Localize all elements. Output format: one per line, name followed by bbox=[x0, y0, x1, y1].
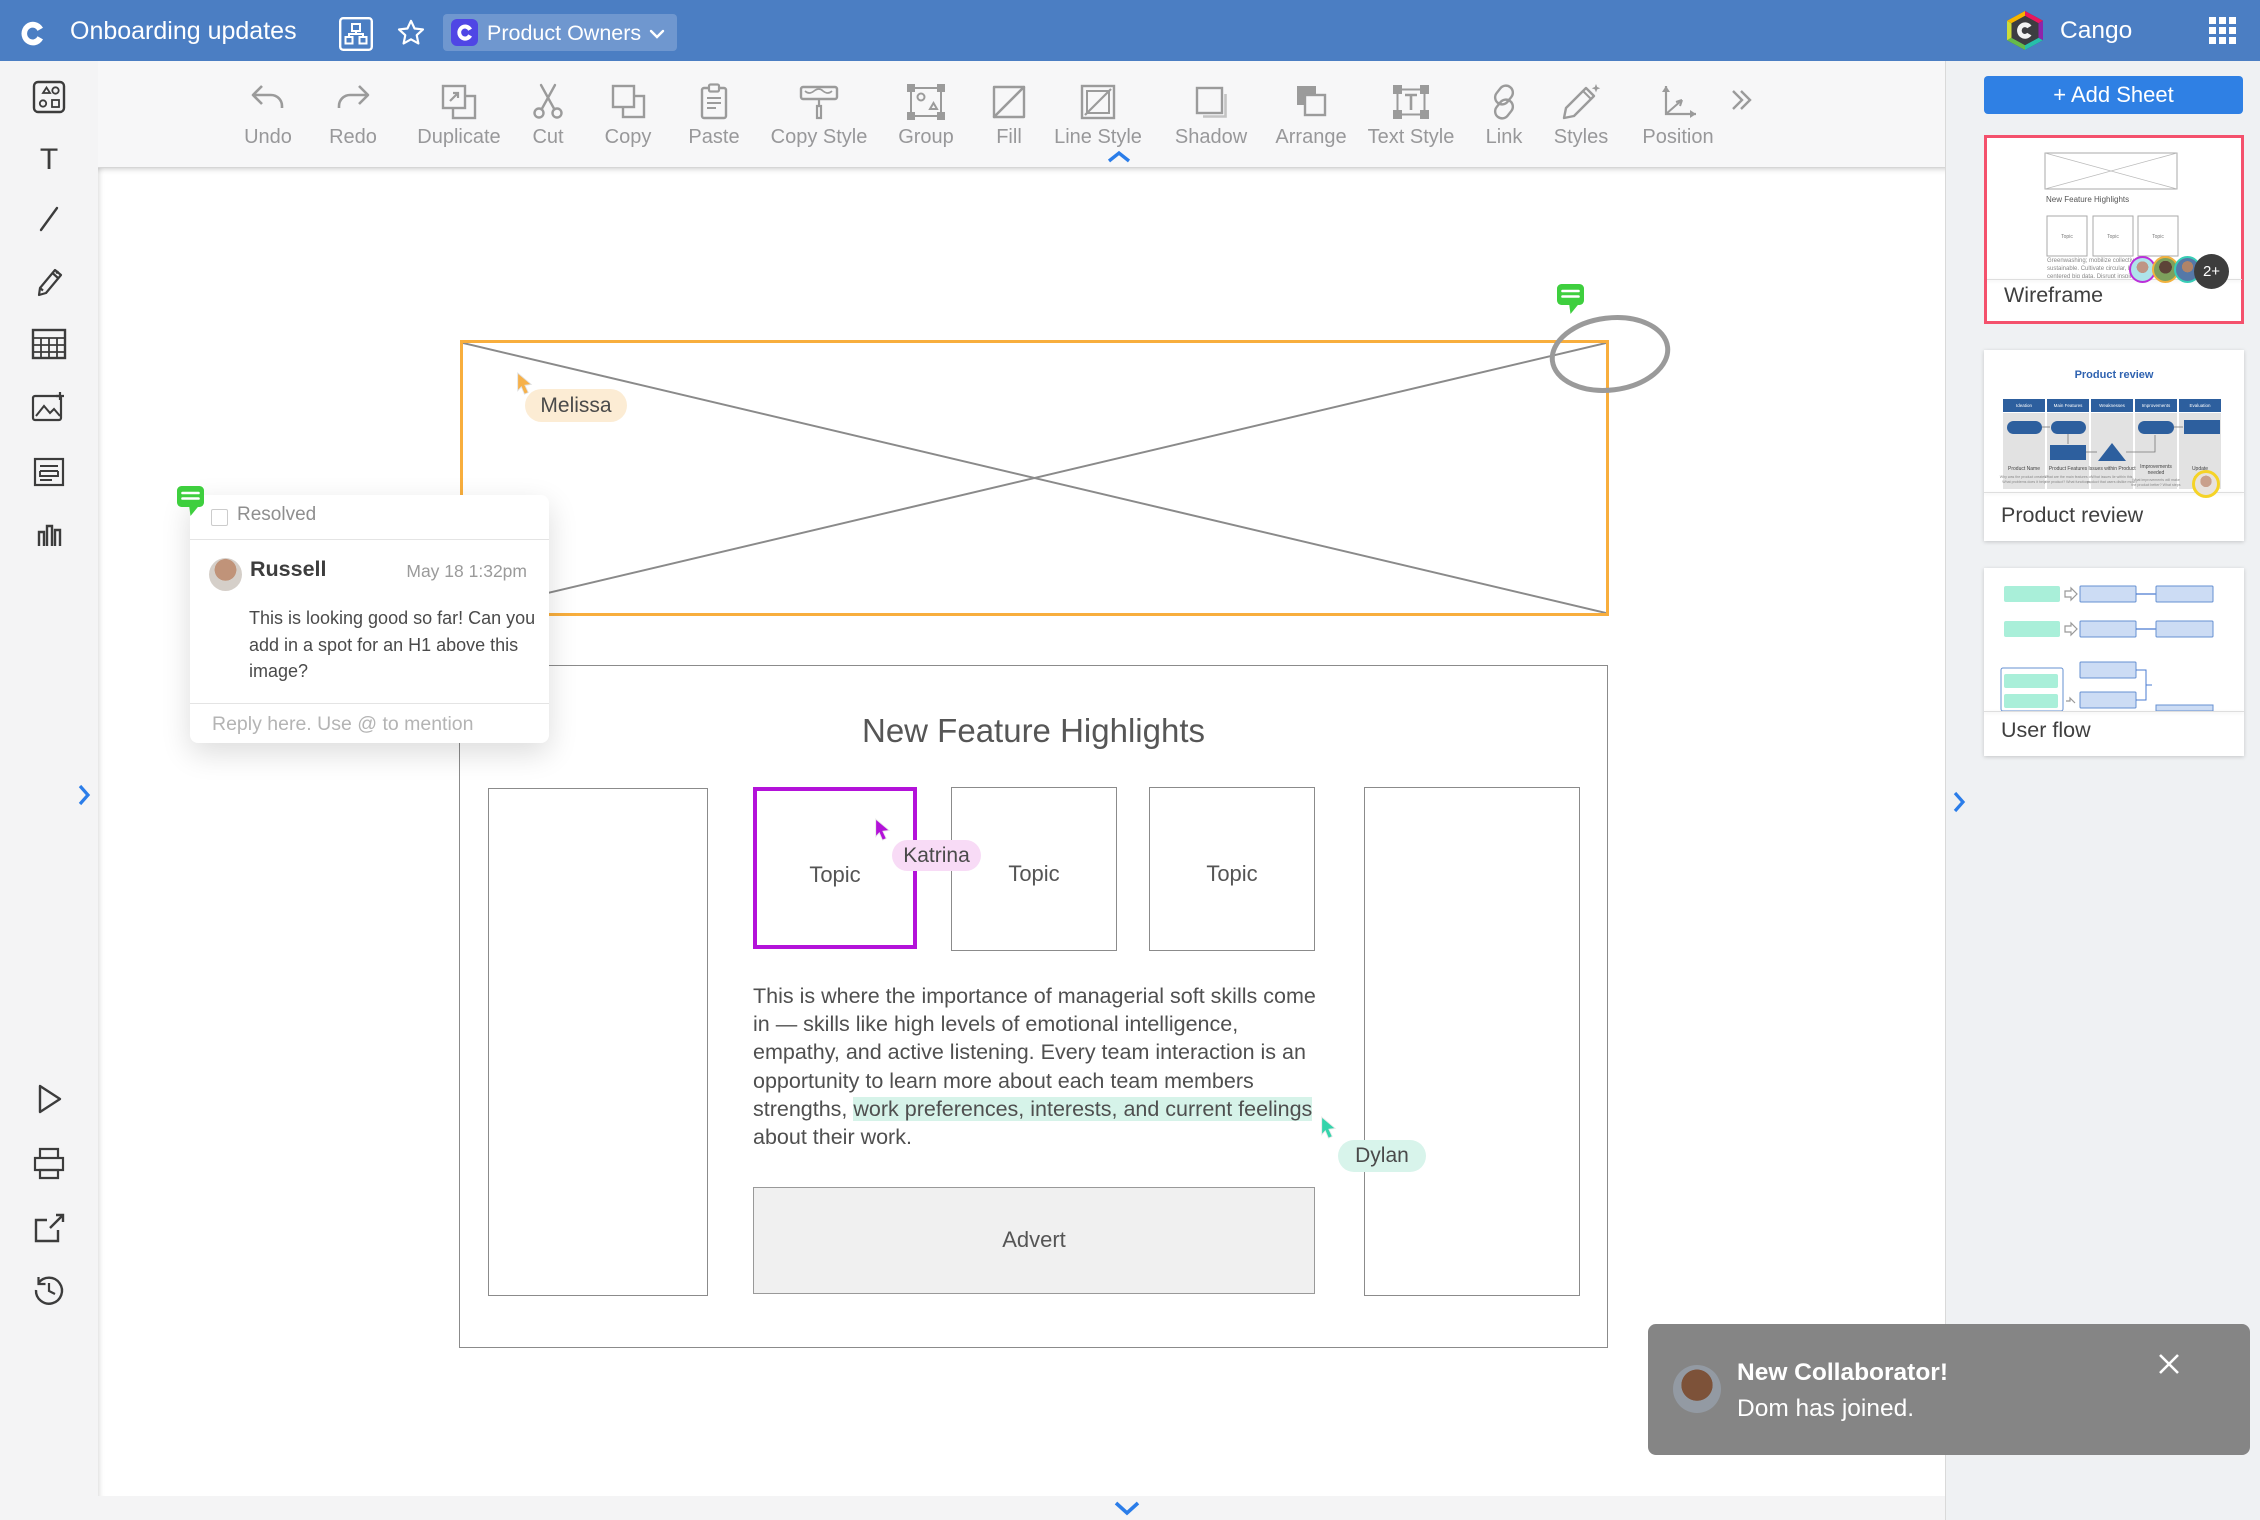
svg-text:Product Name: Product Name bbox=[2008, 466, 2040, 472]
svg-text:What improvements will make: What improvements will make bbox=[2132, 478, 2180, 482]
svg-text:Topic: Topic bbox=[2152, 234, 2164, 240]
svg-text:Topic: Topic bbox=[2061, 234, 2073, 240]
svg-text:Product Features: Product Features bbox=[2049, 466, 2088, 472]
svg-text:the product better? What steps: the product better? What steps bbox=[2131, 483, 2180, 487]
svg-text:Weaknesses: Weaknesses bbox=[2099, 403, 2125, 408]
svg-text:What issues lie within this: What issues lie within this bbox=[2092, 475, 2133, 479]
svg-text:Evaluation: Evaluation bbox=[2189, 403, 2211, 408]
svg-text:What problems does it help: What problems does it help bbox=[2002, 480, 2046, 484]
svg-text:New Feature Highlights: New Feature Highlights bbox=[2046, 195, 2129, 204]
svg-text:product that users dislike mos: product that users dislike most? bbox=[2087, 480, 2138, 484]
svg-text:Improvements: Improvements bbox=[2142, 403, 2171, 408]
svg-text:Main Features: Main Features bbox=[2054, 403, 2084, 408]
svg-text:What are the main features of: What are the main features of bbox=[2044, 475, 2091, 479]
svg-text:Issues within Product: Issues within Product bbox=[2088, 466, 2136, 472]
svg-text:Ideation: Ideation bbox=[2016, 403, 2033, 408]
svg-text:needed: needed bbox=[2148, 470, 2165, 476]
svg-text:Topic: Topic bbox=[2107, 234, 2119, 240]
svg-text:Product review: Product review bbox=[2075, 369, 2154, 381]
svg-text:the product? What functions,: the product? What functions, bbox=[2045, 480, 2091, 484]
svg-text:Why was the product created?: Why was the product created? bbox=[2000, 475, 2049, 479]
